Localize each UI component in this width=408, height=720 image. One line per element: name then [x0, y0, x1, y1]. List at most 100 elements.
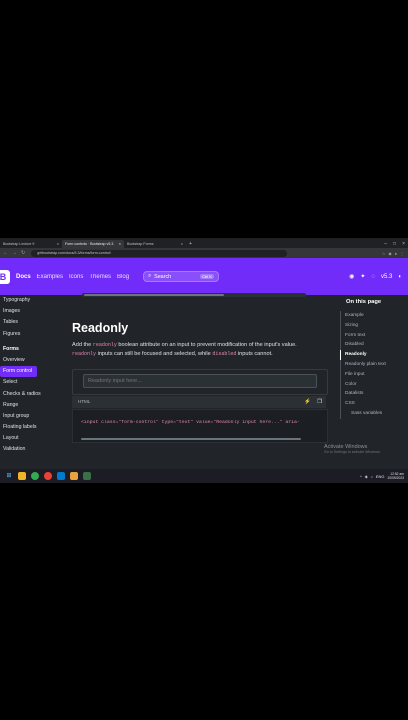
close-tab-icon[interactable]: ×: [119, 240, 121, 248]
back-icon[interactable]: ←: [3, 250, 8, 256]
nav-link-docs[interactable]: Docs: [16, 274, 31, 280]
browser-tab[interactable]: Bootstrap Forms ×: [124, 240, 186, 248]
app-icon[interactable]: [83, 472, 91, 480]
sidebar-item-floating-labels[interactable]: Floating labels: [0, 422, 62, 433]
code-scrollbar[interactable]: [82, 293, 306, 297]
clock-date: 20/09/2023: [387, 476, 404, 480]
toc-link-file-input[interactable]: File input: [340, 369, 408, 380]
stackblitz-icon[interactable]: ⚡: [304, 396, 311, 408]
toc-link-color[interactable]: Color: [340, 379, 408, 390]
toc-link-datalists[interactable]: Datalists: [340, 389, 408, 400]
nav-link-themes[interactable]: Themes: [89, 274, 111, 280]
file-explorer-icon[interactable]: [18, 472, 26, 480]
close-window-icon[interactable]: ×: [402, 240, 405, 248]
version-dropdown[interactable]: v5.3: [381, 274, 392, 280]
toc-link-readonly[interactable]: Readonly: [340, 350, 408, 360]
nav-link-icons[interactable]: Icons: [69, 274, 83, 280]
sidebar-item-validation[interactable]: Validation: [0, 444, 62, 455]
search-label: Search: [154, 273, 172, 280]
inline-code: readonly: [72, 351, 97, 357]
toc-link-css[interactable]: CSS: [340, 399, 408, 409]
sidebar-item-select[interactable]: Select: [0, 377, 62, 388]
tab-label: Bootstrap Lecture 9: [3, 242, 35, 246]
language-indicator[interactable]: ENG: [376, 474, 385, 479]
toc-link-sass-variables[interactable]: Sass variables: [340, 408, 408, 419]
code-language-label: HTML: [78, 399, 91, 404]
windows-activation-watermark: Activate Windows Go to Settings to activ…: [324, 444, 381, 454]
sidebar-item-checks-radios[interactable]: Checks & radios: [0, 389, 62, 400]
screen: Bootstrap Lecture 9 × Form controls · Bo…: [0, 238, 408, 483]
network-icon[interactable]: ◈: [365, 474, 368, 479]
inline-code: readonly: [92, 342, 117, 348]
opera-icon[interactable]: [44, 472, 52, 480]
example-box: [72, 369, 328, 395]
theme-toggle-icon[interactable]: ◐: [398, 274, 402, 280]
sidebar-item-images[interactable]: Images: [0, 306, 62, 317]
code-line: <input class="form-control" type="text" …: [81, 420, 300, 425]
page-heading: Readonly: [72, 321, 129, 335]
clock[interactable]: 12:52 am 20/09/2023: [387, 472, 404, 481]
nav-link-blog[interactable]: Blog: [117, 274, 129, 280]
search-icon: ⌕: [148, 273, 152, 279]
reload-icon[interactable]: ↻: [21, 250, 25, 256]
extension-icon[interactable]: ◆: [389, 251, 392, 256]
toc-link-example[interactable]: Example: [340, 311, 408, 321]
folder-icon[interactable]: [70, 472, 78, 480]
copy-icon[interactable]: ❐: [317, 396, 322, 408]
description-text: inputs cannot.: [236, 351, 273, 357]
sidebar-item-figures[interactable]: Figures: [0, 329, 62, 340]
sidebar-item-tables[interactable]: Tables: [0, 317, 62, 328]
scrollbar-thumb[interactable]: [84, 294, 224, 296]
code-horizontal-scrollbar[interactable]: [81, 438, 301, 440]
sidebar-item-range[interactable]: Range: [0, 400, 62, 411]
main-content: Readonly Add the readonly boolean attrib…: [64, 293, 334, 470]
close-tab-icon[interactable]: ×: [181, 240, 183, 248]
sidebar-item-form-control[interactable]: Form control: [0, 366, 37, 378]
toc-link-sizing[interactable]: Sizing: [340, 320, 408, 331]
menu-icon[interactable]: ⋮: [400, 251, 404, 256]
twitter-icon[interactable]: ✦: [360, 273, 365, 280]
windows-taskbar: ⊞ ^ ◈ ♪ ENG 12:52 am 20/09/2023: [0, 469, 408, 483]
sidebar-item-overview[interactable]: Overview: [0, 355, 62, 366]
chrome-icon[interactable]: [31, 472, 39, 480]
extension-icons: ☆ ◆ ● ⋮: [382, 251, 408, 256]
tab-label: Bootstrap Forms: [127, 242, 154, 246]
toc-link-disabled[interactable]: Disabled: [340, 340, 408, 351]
search-shortcut: Ctrl K: [200, 274, 215, 279]
opencollective-icon[interactable]: ◌: [371, 274, 375, 280]
system-tray: ^ ◈ ♪ ENG 12:52 am 20/09/2023: [360, 472, 408, 481]
browser-tab-active[interactable]: Form controls · Bootstrap v5.3 ×: [62, 240, 124, 248]
vscode-icon[interactable]: [57, 472, 65, 480]
nav-links: Docs Examples Icons Themes Blog: [16, 274, 129, 280]
sidebar-item-input-group[interactable]: Input group: [0, 411, 62, 422]
profile-icon[interactable]: ●: [395, 251, 397, 256]
forward-icon[interactable]: →: [12, 250, 17, 256]
chevron-up-icon[interactable]: ^: [360, 474, 362, 479]
sidebar-section-forms: Forms: [3, 345, 19, 352]
volume-icon[interactable]: ♪: [371, 474, 373, 479]
star-icon[interactable]: ☆: [382, 251, 386, 256]
nav-buttons: ← → ↻: [0, 250, 25, 256]
readonly-input[interactable]: [83, 374, 317, 388]
toc-link-readonly-plain-text[interactable]: Readonly plain text: [340, 359, 408, 370]
minimize-icon[interactable]: –: [384, 240, 387, 248]
sidebar-item-layout[interactable]: Layout: [0, 433, 62, 444]
new-tab-icon[interactable]: +: [186, 240, 195, 248]
toc-link-form-text[interactable]: Form text: [340, 330, 408, 341]
nav-link-examples[interactable]: Examples: [37, 274, 63, 280]
watermark-subtitle: Go to Settings to activate Windows.: [324, 450, 381, 454]
close-tab-icon[interactable]: ×: [57, 240, 59, 248]
address-bar: ← → ↻ getbootstrap.com/docs/5.3/forms/fo…: [0, 248, 408, 258]
maximize-icon[interactable]: □: [393, 240, 396, 248]
sidebar-item-typography[interactable]: Typography: [0, 295, 62, 306]
search-button[interactable]: ⌕ Search Ctrl K: [143, 271, 220, 282]
browser-tab[interactable]: Bootstrap Lecture 9 ×: [0, 240, 62, 248]
start-icon[interactable]: ⊞: [5, 472, 13, 480]
url-input[interactable]: getbootstrap.com/docs/5.3/forms/form-con…: [31, 249, 288, 257]
tab-label: Form controls · Bootstrap v5.3: [65, 242, 114, 246]
description-text: Add the: [72, 342, 93, 348]
description-text: boolean attribute on an input to prevent…: [116, 342, 297, 348]
code-block: <input class="form-control" type="text" …: [72, 409, 328, 443]
bootstrap-logo[interactable]: B: [0, 269, 10, 284]
github-icon[interactable]: ◉: [349, 273, 354, 280]
